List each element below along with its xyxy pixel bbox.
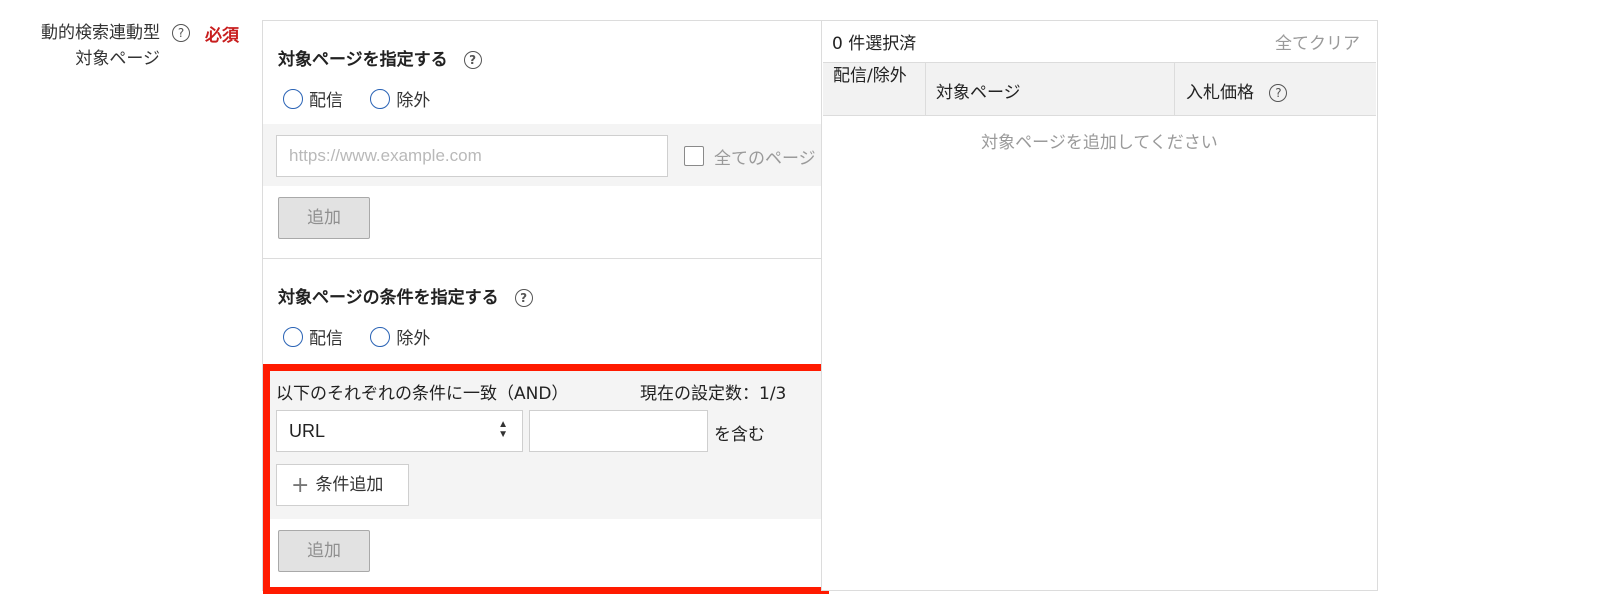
field-label-line1: 動的検索連動型 — [41, 23, 160, 43]
col-bid-price: 入札価格 ? — [1186, 78, 1288, 103]
field-label-line2: 対象ページ — [75, 49, 160, 69]
url-input[interactable]: https://www.example.com — [276, 135, 668, 177]
empty-message: 対象ページを追加してください — [981, 133, 1218, 153]
col-deliver-exclude: 配信/除外 — [833, 66, 907, 86]
all-pages-checkbox[interactable] — [684, 146, 704, 166]
radio-exclude[interactable] — [370, 326, 391, 347]
help-icon[interactable]: ? — [1269, 84, 1288, 102]
radio-exclude-label: 除外 — [396, 91, 431, 111]
help-icon[interactable]: ? — [172, 24, 190, 42]
field-label: 動的検索連動型 対象ページ — [20, 20, 160, 72]
col-target-page: 対象ページ — [936, 83, 1021, 103]
radio-deliver[interactable] — [283, 326, 303, 347]
help-icon[interactable]: ? — [463, 51, 482, 69]
radio-deliver-label: 配信 — [309, 329, 343, 349]
highlight-box — [263, 364, 829, 594]
selected-count: 0 件選択済 — [832, 34, 917, 54]
radio-exclude-label: 除外 — [396, 329, 431, 349]
help-icon[interactable]: ? — [514, 289, 533, 307]
radio-exclude[interactable] — [370, 88, 391, 109]
specify-conditions-radio-group: 配信 除外 — [283, 324, 452, 349]
required-badge: 必須 — [205, 26, 239, 46]
column-separator — [1174, 62, 1175, 116]
section-divider — [262, 258, 822, 259]
specify-pages-title: 対象ページを指定する ? — [278, 45, 482, 70]
radio-deliver-label: 配信 — [309, 91, 343, 111]
specify-conditions-title: 対象ページの条件を指定する ? — [278, 283, 533, 308]
column-separator — [925, 62, 926, 116]
radio-deliver[interactable] — [283, 88, 303, 109]
specify-pages-radio-group: 配信 除外 — [283, 86, 452, 111]
all-pages-label: 全てのページ — [714, 149, 816, 169]
add-page-button[interactable]: 追加 — [278, 197, 370, 239]
clear-all-link[interactable]: 全てクリア — [1275, 29, 1360, 54]
